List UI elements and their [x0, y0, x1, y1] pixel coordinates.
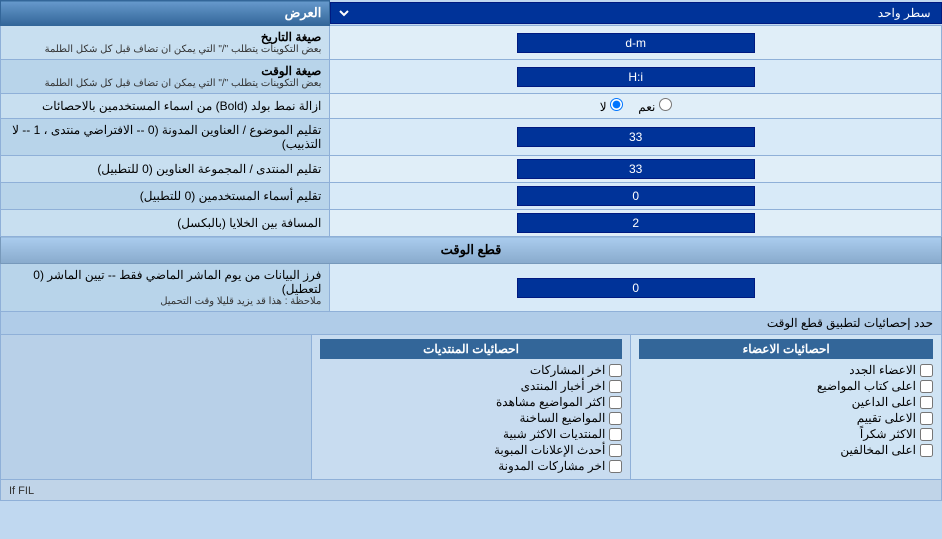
date-format-label: صيغة التاريخ: [9, 30, 321, 44]
single-row-select[interactable]: سطر واحد: [337, 5, 934, 21]
member-stat-rated: الاعلى تقييم: [639, 411, 933, 425]
posts-stats-header: احصائيات المنتديات: [320, 339, 623, 359]
bold-remove-label: ازالة نمط بولد (Bold) من اسماء المستخدمي…: [9, 99, 321, 113]
bottom-text: If FIL: [9, 485, 34, 497]
stat-classifieds: أحدث الإعلانات المبوبة: [494, 443, 605, 457]
stat-hot-topics: المواضيع الساخنة: [519, 411, 605, 425]
stat-forum-news: اخر أخبار المنتدى: [521, 379, 606, 393]
cell-spacing-input[interactable]: [517, 213, 755, 233]
subject-titles-label: تقليم الموضوع / العناوين المدونة (0 -- ا…: [9, 123, 321, 151]
forum-group-input[interactable]: [517, 159, 755, 179]
time-format-sublabel: بعض التكوينات يتطلب "/" التي يمكن ان تضا…: [9, 78, 321, 89]
stat-most-viewed: اكثر المواضيع مشاهدة: [496, 395, 605, 409]
cutoff-value-input[interactable]: [517, 278, 755, 298]
stat-last-posts-cb[interactable]: [609, 364, 622, 377]
member-stat-inviters: اعلى الداعين: [639, 395, 933, 409]
date-format-input[interactable]: [517, 33, 755, 53]
stat-similar-forums-cb[interactable]: [609, 428, 622, 441]
bold-radio-yes[interactable]: نعم: [635, 100, 672, 114]
cutoff-row-sublabel: ملاحظة : هذا قد يزيد قليلا وقت التحميل: [9, 296, 321, 307]
member-stat-authors: اعلى كتاب المواضيع: [639, 379, 933, 393]
forum-group-label: تقليم المنتدى / المجموعة العناوين (0 للت…: [9, 162, 321, 176]
stat-hot-topics-cb[interactable]: [609, 412, 622, 425]
subject-titles-input[interactable]: [517, 127, 755, 147]
member-stat-violations: اعلى المخالفين: [639, 443, 933, 457]
usernames-input[interactable]: [517, 186, 755, 206]
apply-label: حدد إحصائيات لتطبيق قطع الوقت: [767, 316, 933, 330]
usernames-label: تقليم أسماء المستخدمين (0 للتطبيل): [9, 189, 321, 203]
date-format-sublabel: بعض التكوينات يتطلب "/" التي يمكن ان تضا…: [9, 44, 321, 55]
cell-spacing-label: المسافة بين الخلايا (بالبكسل): [9, 216, 321, 230]
time-format-label: صيغة الوقت: [9, 64, 321, 78]
stat-most-viewed-cb[interactable]: [609, 396, 622, 409]
time-format-input[interactable]: [517, 67, 755, 87]
stat-similar-forums: المنتديات الاكثر شبية: [503, 427, 605, 441]
member-stat-thanks: الاكثر شكراً: [639, 427, 933, 441]
stat-forum-news-cb[interactable]: [609, 380, 622, 393]
member-stat-new: الاعضاء الجدد: [639, 363, 933, 377]
members-stats-header: احصائيات الاعضاء: [639, 339, 933, 359]
cutoff-row-label: فرز البيانات من يوم الماشر الماضي فقط --…: [9, 268, 321, 296]
cutoff-section-title: قطع الوقت: [441, 242, 502, 257]
stat-last-posts: اخر المشاركات: [530, 363, 605, 377]
page-title: العرض: [285, 5, 322, 20]
stat-classifieds-cb[interactable]: [609, 444, 622, 457]
stat-blog-posts: اخر مشاركات المدونة: [498, 459, 605, 473]
stat-blog-posts-cb[interactable]: [609, 460, 622, 473]
bold-radio-no[interactable]: لا: [600, 100, 623, 114]
